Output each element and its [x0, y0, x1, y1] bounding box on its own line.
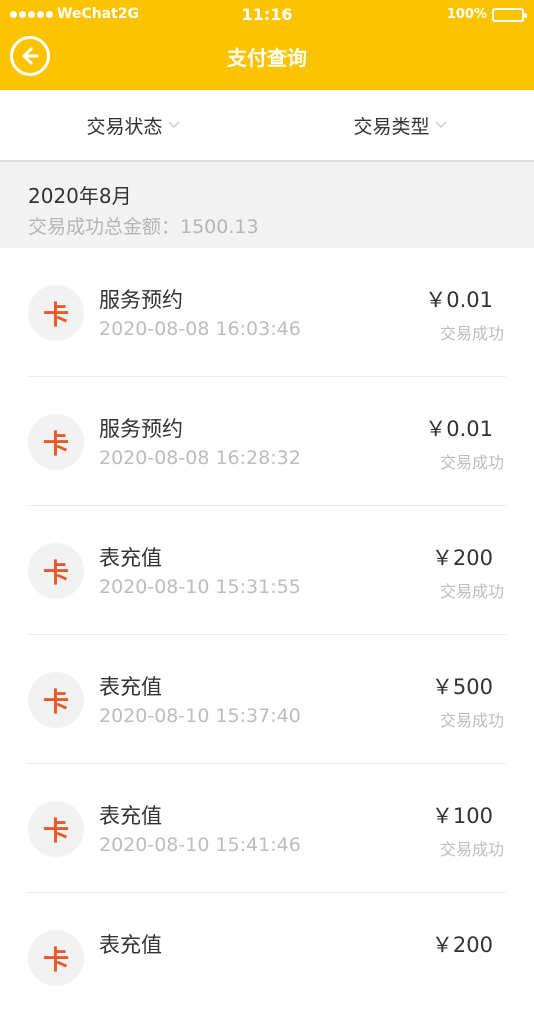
transaction-status: 交易成功 — [439, 453, 504, 472]
page-title: 支付查询 — [227, 46, 307, 70]
filter-status-label: 交易状态 — [86, 115, 163, 138]
card-icon: 卡 — [28, 543, 84, 599]
summary-month: 2020年8月 — [28, 184, 132, 208]
battery-percent: 100% — [446, 7, 487, 22]
transaction-amount: ￥200 — [431, 546, 493, 570]
transaction-name: 服务预约 — [99, 417, 183, 441]
transaction-list: 卡 服务预约 2020-08-08 16:03:46 ￥0.01 交易成功 卡 … — [0, 248, 534, 1022]
battery-icon — [492, 7, 527, 22]
filter-transaction-status[interactable]: 交易状态 — [0, 90, 267, 160]
card-icon: 卡 — [28, 285, 84, 341]
transaction-amount: ￥500 — [431, 675, 493, 699]
transaction-row[interactable]: 卡 表充值 2020-08-10 15:31:55 ￥200 交易成功 — [0, 506, 534, 635]
transaction-amount: ￥100 — [431, 804, 493, 828]
transaction-row[interactable]: 卡 表充值 2020-08-10 15:37:40 ￥500 交易成功 — [0, 635, 534, 764]
battery-info: 100% — [446, 7, 527, 22]
summary-total: 交易成功总金额：1500.13 — [28, 216, 259, 238]
transaction-name: 表充值 — [99, 933, 162, 957]
filter-bar: 交易状态 交易类型 — [0, 90, 534, 162]
transaction-date: 2020-08-10 15:41:46 — [99, 834, 301, 856]
card-icon: 卡 — [28, 414, 84, 470]
transaction-row[interactable]: 卡 表充值 ￥200 — [0, 893, 534, 1022]
transaction-amount: ￥0.01 — [425, 288, 493, 312]
filter-transaction-type[interactable]: 交易类型 — [267, 90, 534, 160]
transaction-name: 表充值 — [99, 804, 162, 828]
transaction-amount: ￥0.01 — [425, 417, 493, 441]
transaction-status: 交易成功 — [439, 711, 504, 730]
card-icon: 卡 — [28, 801, 84, 857]
card-icon: 卡 — [28, 672, 84, 728]
transaction-row[interactable]: 卡 服务预约 2020-08-08 16:03:46 ￥0.01 交易成功 — [0, 248, 534, 377]
transaction-date: 2020-08-08 16:03:46 — [99, 318, 301, 340]
transaction-amount: ￥200 — [431, 933, 493, 957]
month-summary: 2020年8月 交易成功总金额：1500.13 — [0, 162, 534, 248]
app-header: WeChat2G 11:16 100% 支付查询 — [0, 0, 534, 90]
chevron-down-icon — [167, 121, 180, 129]
transaction-status: 交易成功 — [439, 840, 504, 859]
transaction-status: 交易成功 — [439, 582, 504, 601]
transaction-row[interactable]: 卡 表充值 2020-08-10 15:41:46 ￥100 交易成功 — [0, 764, 534, 893]
card-icon: 卡 — [28, 930, 84, 986]
transaction-date: 2020-08-10 15:31:55 — [99, 576, 301, 598]
transaction-status: 交易成功 — [439, 324, 504, 343]
transaction-name: 表充值 — [99, 546, 162, 570]
transaction-date: 2020-08-08 16:28:32 — [99, 447, 301, 469]
transaction-date: 2020-08-10 15:37:40 — [99, 705, 301, 727]
transaction-row[interactable]: 卡 服务预约 2020-08-08 16:28:32 ￥0.01 交易成功 — [0, 377, 534, 506]
filter-type-label: 交易类型 — [353, 115, 430, 138]
chevron-down-icon — [434, 121, 447, 129]
transaction-name: 表充值 — [99, 675, 162, 699]
transaction-name: 服务预约 — [99, 288, 183, 312]
status-bar: WeChat2G 11:16 100% — [0, 0, 534, 30]
